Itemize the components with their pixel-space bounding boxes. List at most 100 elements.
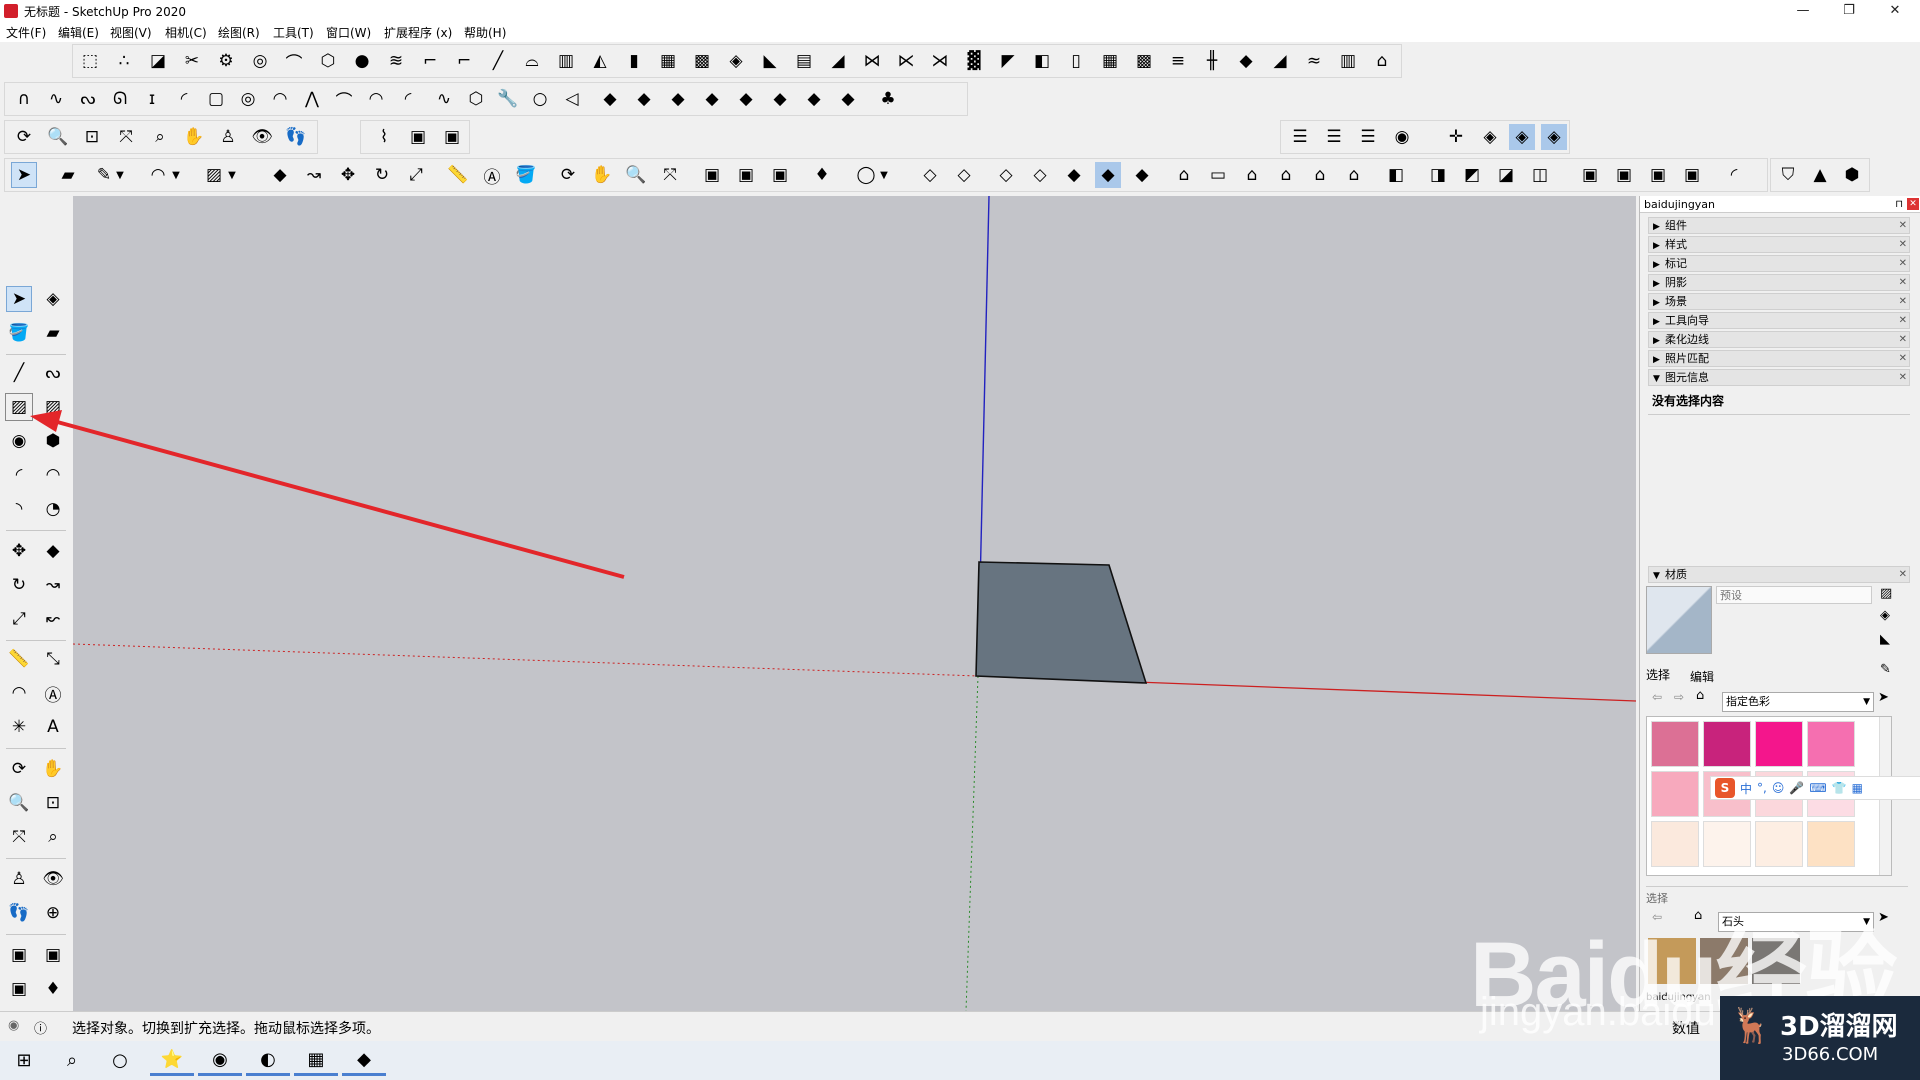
panel-shadows[interactable]: ▶ 阴影 ✕ <box>1648 274 1910 291</box>
stair-icon[interactable]: ▥ <box>553 48 579 74</box>
dimension-icon[interactable]: ⤡ <box>40 646 66 672</box>
mesh-icon[interactable]: ▩ <box>689 48 715 74</box>
columns-icon[interactable]: ▮ <box>621 48 647 74</box>
ruby-left-icon[interactable]: ♦ <box>40 976 66 1002</box>
scale-icon[interactable]: ⤢ <box>403 162 429 188</box>
walk-icon[interactable]: 👣 <box>283 124 309 150</box>
zoom-previous-icon[interactable]: ⌕ <box>147 124 173 150</box>
trim-icon[interactable]: ◫ <box>1527 162 1553 188</box>
layers-blue-icon[interactable]: ☰ <box>1321 124 1347 150</box>
account-dropdown-icon[interactable]: ▼ <box>877 162 891 188</box>
create-material-icon[interactable]: ◈ <box>1880 608 1890 623</box>
walk-left-icon[interactable]: 👣 <box>6 900 32 926</box>
pan-left-icon[interactable]: ✋ <box>40 756 66 782</box>
share-left-icon[interactable]: ▣ <box>40 942 66 968</box>
menu-extensions[interactable]: 扩展程序 (x) <box>384 24 452 41</box>
pipe-icon[interactable]: ⌒ <box>281 48 307 74</box>
protractor-icon[interactable]: ◠ <box>6 680 32 706</box>
eyedropper-icon[interactable]: ✎ <box>1880 662 1891 677</box>
stack-icon[interactable]: ▤ <box>791 48 817 74</box>
zoom-icon[interactable]: 🔍 <box>45 124 71 150</box>
lines-icon[interactable]: ≡ <box>1165 48 1191 74</box>
pencil-dropdown-icon[interactable]: ▼ <box>113 162 127 188</box>
cross-icon[interactable]: ✂ <box>179 48 205 74</box>
solid-red-1-icon[interactable]: ▣ <box>1577 162 1603 188</box>
extrude-r-icon[interactable]: ◆ <box>699 86 725 112</box>
wireframe-icon[interactable]: ◇ <box>993 162 1019 188</box>
panel-tags[interactable]: ▶ 标记 ✕ <box>1648 255 1910 272</box>
ramp-icon[interactable]: ◢ <box>825 48 851 74</box>
corner-icon[interactable]: ⌐ <box>417 48 443 74</box>
panel-close-icon[interactable]: ✕ <box>1899 370 1907 385</box>
top-view-icon[interactable]: ▭ <box>1205 162 1231 188</box>
shaded-textures-icon[interactable]: ◆ <box>1095 162 1121 188</box>
monochrome-icon[interactable]: ◆ <box>1129 162 1155 188</box>
text-tool-icon[interactable]: Ⓐ <box>40 680 66 706</box>
orbit-icon[interactable]: ⟳ <box>11 124 37 150</box>
look-around-left-icon[interactable]: 👁 <box>40 866 66 892</box>
info-icon[interactable]: ⓘ <box>34 1018 47 1037</box>
taskbar-app-window-icon[interactable]: ▦ <box>294 1045 338 1076</box>
rotate-icon[interactable]: ↻ <box>369 162 395 188</box>
color-swatch[interactable] <box>1807 821 1855 867</box>
two-point-arc-icon[interactable]: ◠ <box>40 462 66 488</box>
arc-dropdown-icon[interactable]: ▼ <box>169 162 183 188</box>
skin-icon[interactable]: 👕 <box>1832 781 1847 795</box>
push-pull-tool-icon[interactable]: ◆ <box>40 538 66 564</box>
move-tool-icon[interactable]: ✥ <box>6 538 32 564</box>
panel-entity-info[interactable]: ▼ 图元信息 ✕ <box>1648 369 1910 386</box>
extension-warehouse-icon[interactable]: ▣ <box>767 162 793 188</box>
menu-view[interactable]: 视图(V) <box>110 24 152 41</box>
extrude-v-icon[interactable]: ◆ <box>733 86 759 112</box>
extrude-n-icon[interactable]: ◆ <box>767 86 793 112</box>
extension-left-icon[interactable]: ▣ <box>6 976 32 1002</box>
polygon-icon[interactable]: ⬡ <box>463 86 489 112</box>
subtract-icon[interactable]: ◪ <box>1493 162 1519 188</box>
color-swatch[interactable] <box>1703 721 1751 767</box>
text-icon[interactable]: Ⓐ <box>479 162 505 188</box>
surface-icon[interactable]: ◈ <box>723 48 749 74</box>
ruby-icon[interactable]: ♦ <box>809 162 835 188</box>
globe-icon[interactable]: ◉ <box>1389 124 1415 150</box>
toolbox-icon[interactable]: ▦ <box>1852 781 1863 795</box>
panel-close-icon[interactable]: ✕ <box>1899 351 1907 366</box>
taskbar-firefox-icon[interactable]: ◉ <box>198 1045 242 1076</box>
pin-icon[interactable]: ⊓ <box>1895 196 1903 213</box>
axes-tool-icon[interactable]: ✳ <box>6 714 32 740</box>
zoom-window-icon[interactable]: ⊡ <box>79 124 105 150</box>
push-pull-box-icon[interactable]: ◆ <box>597 86 623 112</box>
arc3-icon[interactable]: ◠ <box>363 86 389 112</box>
restore-button[interactable]: ❐ <box>1826 0 1872 22</box>
color-swatch[interactable] <box>1755 821 1803 867</box>
home-icon[interactable]: ⌂ <box>1696 688 1704 703</box>
offset-line-icon[interactable]: ╱ <box>485 48 511 74</box>
follow-me-icon[interactable]: ↝ <box>301 162 327 188</box>
solid-red-2-icon[interactable]: ▣ <box>1611 162 1637 188</box>
panel-soften-edges[interactable]: ▶ 柔化边线 ✕ <box>1648 331 1910 348</box>
panel-instructor[interactable]: ▶ 工具向导 ✕ <box>1648 312 1910 329</box>
warehouse-tool-icon[interactable]: ▣ <box>699 162 725 188</box>
extension-icon[interactable]: ▣ <box>439 124 465 150</box>
branch-icon[interactable]: ⋉ <box>893 48 919 74</box>
rectangle-icon[interactable]: ▨ <box>5 393 33 421</box>
extrude-x-icon[interactable]: ◆ <box>801 86 827 112</box>
line-green-icon[interactable]: ∿ <box>431 86 457 112</box>
taskbar-app-orange-icon[interactable]: ◐ <box>246 1045 290 1076</box>
post-icon[interactable]: ▯ <box>1063 48 1089 74</box>
component-icon[interactable]: ◈ <box>40 286 66 312</box>
spiral-icon[interactable]: ◎ <box>235 86 261 112</box>
wave-icon[interactable]: ≈ <box>1301 48 1327 74</box>
color-swatch[interactable] <box>1651 821 1699 867</box>
ime-punctuation[interactable]: °, <box>1757 781 1767 795</box>
windows-start-icon[interactable]: ⊞ <box>2 1045 46 1076</box>
rect-icon[interactable]: ▢ <box>203 86 229 112</box>
hidden-line-icon[interactable]: ◇ <box>1027 162 1053 188</box>
pie-icon[interactable]: ◔ <box>40 496 66 522</box>
back-edges-icon[interactable]: ◇ <box>951 162 977 188</box>
3d-text-icon[interactable]: A <box>40 714 66 740</box>
close-button[interactable]: ✕ <box>1872 0 1918 22</box>
back-arrow-icon[interactable]: ⇦ <box>1652 690 1662 704</box>
paint-icon[interactable]: 🪣 <box>6 320 32 346</box>
model-viewport[interactable] <box>73 196 1636 1011</box>
menu-tools[interactable]: 工具(T) <box>273 24 314 41</box>
